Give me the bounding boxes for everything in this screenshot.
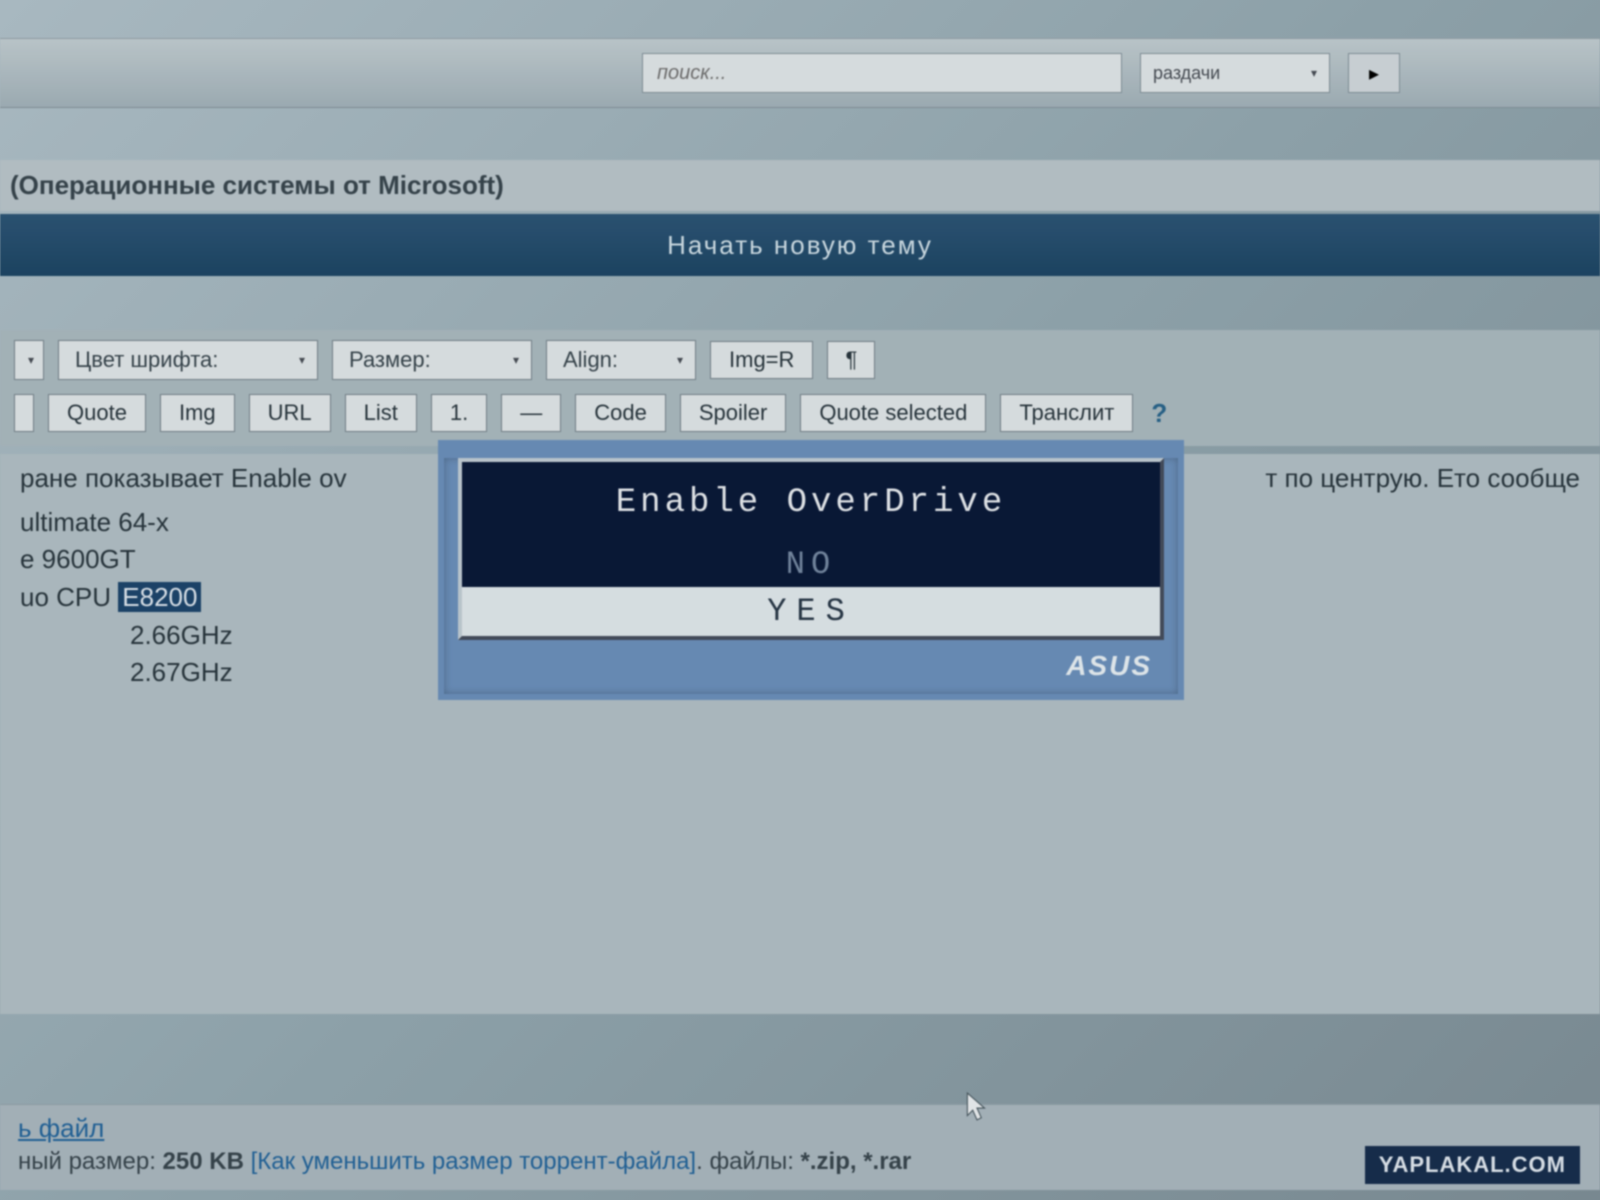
arrow-right-icon: ▸ bbox=[1369, 61, 1379, 86]
toolbar-row-2: Quote Img URL List 1. — Code Spoiler Quo… bbox=[14, 394, 1586, 432]
quote-button[interactable]: Quote bbox=[48, 394, 146, 432]
bios-overdrive-dialog: Enable OverDrive NO YES ASUS bbox=[438, 440, 1184, 700]
leading-button[interactable] bbox=[14, 394, 34, 432]
attach-hint-link[interactable]: [Как уменьшить размер торрент-файла] bbox=[251, 1148, 697, 1175]
quote-selected-button[interactable]: Quote selected bbox=[800, 394, 986, 432]
attach-file-link[interactable]: ь файл bbox=[18, 1113, 104, 1144]
asus-brand-label: ASUS bbox=[444, 640, 1178, 682]
help-icon[interactable]: ? bbox=[1147, 398, 1167, 429]
breadcrumb-text: (Операционные системы от Microsoft) bbox=[10, 170, 504, 200]
category-label: раздачи bbox=[1153, 63, 1220, 84]
list-num-button[interactable]: 1. bbox=[431, 394, 487, 432]
chevron-down-icon: ▾ bbox=[299, 353, 305, 367]
chevron-down-icon: ▾ bbox=[677, 353, 683, 367]
img-button[interactable]: Img bbox=[160, 394, 235, 432]
size-label: Размер: bbox=[349, 347, 431, 373]
top-search-bar: раздачи ▾ ▸ bbox=[0, 38, 1600, 108]
bios-inner-frame: Enable OverDrive NO YES bbox=[458, 458, 1164, 640]
url-button[interactable]: URL bbox=[249, 394, 331, 432]
watermark-badge: YAPLAKAL.COM bbox=[1365, 1146, 1580, 1184]
search-input[interactable] bbox=[642, 53, 1122, 93]
new-topic-banner[interactable]: Начать новую тему bbox=[0, 214, 1600, 276]
attach-files-value: *.zip, *.rar bbox=[801, 1148, 912, 1175]
img-right-button[interactable]: Img=R bbox=[710, 341, 813, 379]
cpu-model-selected: E8200 bbox=[118, 582, 201, 612]
bios-dialog-title: Enable OverDrive bbox=[462, 462, 1160, 542]
align-label: Align: bbox=[563, 347, 618, 373]
banner-label: Начать новую тему bbox=[667, 230, 933, 261]
category-select[interactable]: раздачи ▾ bbox=[1140, 53, 1330, 93]
editor-toolbar: ▾ Цвет шрифта: ▾ Размер: ▾ Align: ▾ Img=… bbox=[0, 330, 1600, 446]
post-line-1-left: ране показывает Enable ov bbox=[20, 460, 347, 498]
chevron-down-icon: ▾ bbox=[513, 353, 519, 367]
toolbar-row-1: ▾ Цвет шрифта: ▾ Размер: ▾ Align: ▾ Img=… bbox=[14, 340, 1586, 380]
search-go-button[interactable]: ▸ bbox=[1348, 53, 1400, 93]
dash-button[interactable]: — bbox=[501, 394, 561, 432]
spoiler-button[interactable]: Spoiler bbox=[680, 394, 786, 432]
attach-info-line: ный размер: 250 KB [Как уменьшить размер… bbox=[18, 1148, 1582, 1176]
attach-files-label: файлы: bbox=[709, 1148, 793, 1175]
attach-size-value: 250 KB bbox=[163, 1148, 244, 1175]
list-button[interactable]: List bbox=[345, 394, 417, 432]
code-button[interactable]: Code bbox=[575, 394, 666, 432]
attach-file-area: ь файл ный размер: 250 KB [Как уменьшить… bbox=[0, 1104, 1600, 1190]
chevron-down-icon: ▾ bbox=[1311, 66, 1317, 80]
paragraph-button[interactable]: ¶ bbox=[827, 341, 875, 379]
bios-option-yes[interactable]: YES bbox=[462, 587, 1160, 636]
align-select[interactable]: Align: ▾ bbox=[546, 340, 696, 380]
spec-cpu-prefix: uo CPU bbox=[20, 582, 111, 612]
size-select[interactable]: Размер: ▾ bbox=[332, 340, 532, 380]
translit-button[interactable]: Транслит bbox=[1000, 394, 1133, 432]
leading-select[interactable]: ▾ bbox=[14, 340, 44, 380]
attach-size-label: ный размер: bbox=[18, 1148, 156, 1175]
bios-option-no[interactable]: NO bbox=[462, 542, 1160, 587]
post-line-1-right: т по центрую. Ето сообще bbox=[1265, 460, 1580, 498]
font-color-label: Цвет шрифта: bbox=[75, 347, 218, 373]
breadcrumb: (Операционные системы от Microsoft) bbox=[0, 160, 1600, 211]
chevron-down-icon: ▾ bbox=[28, 353, 34, 367]
font-color-select[interactable]: Цвет шрифта: ▾ bbox=[58, 340, 318, 380]
